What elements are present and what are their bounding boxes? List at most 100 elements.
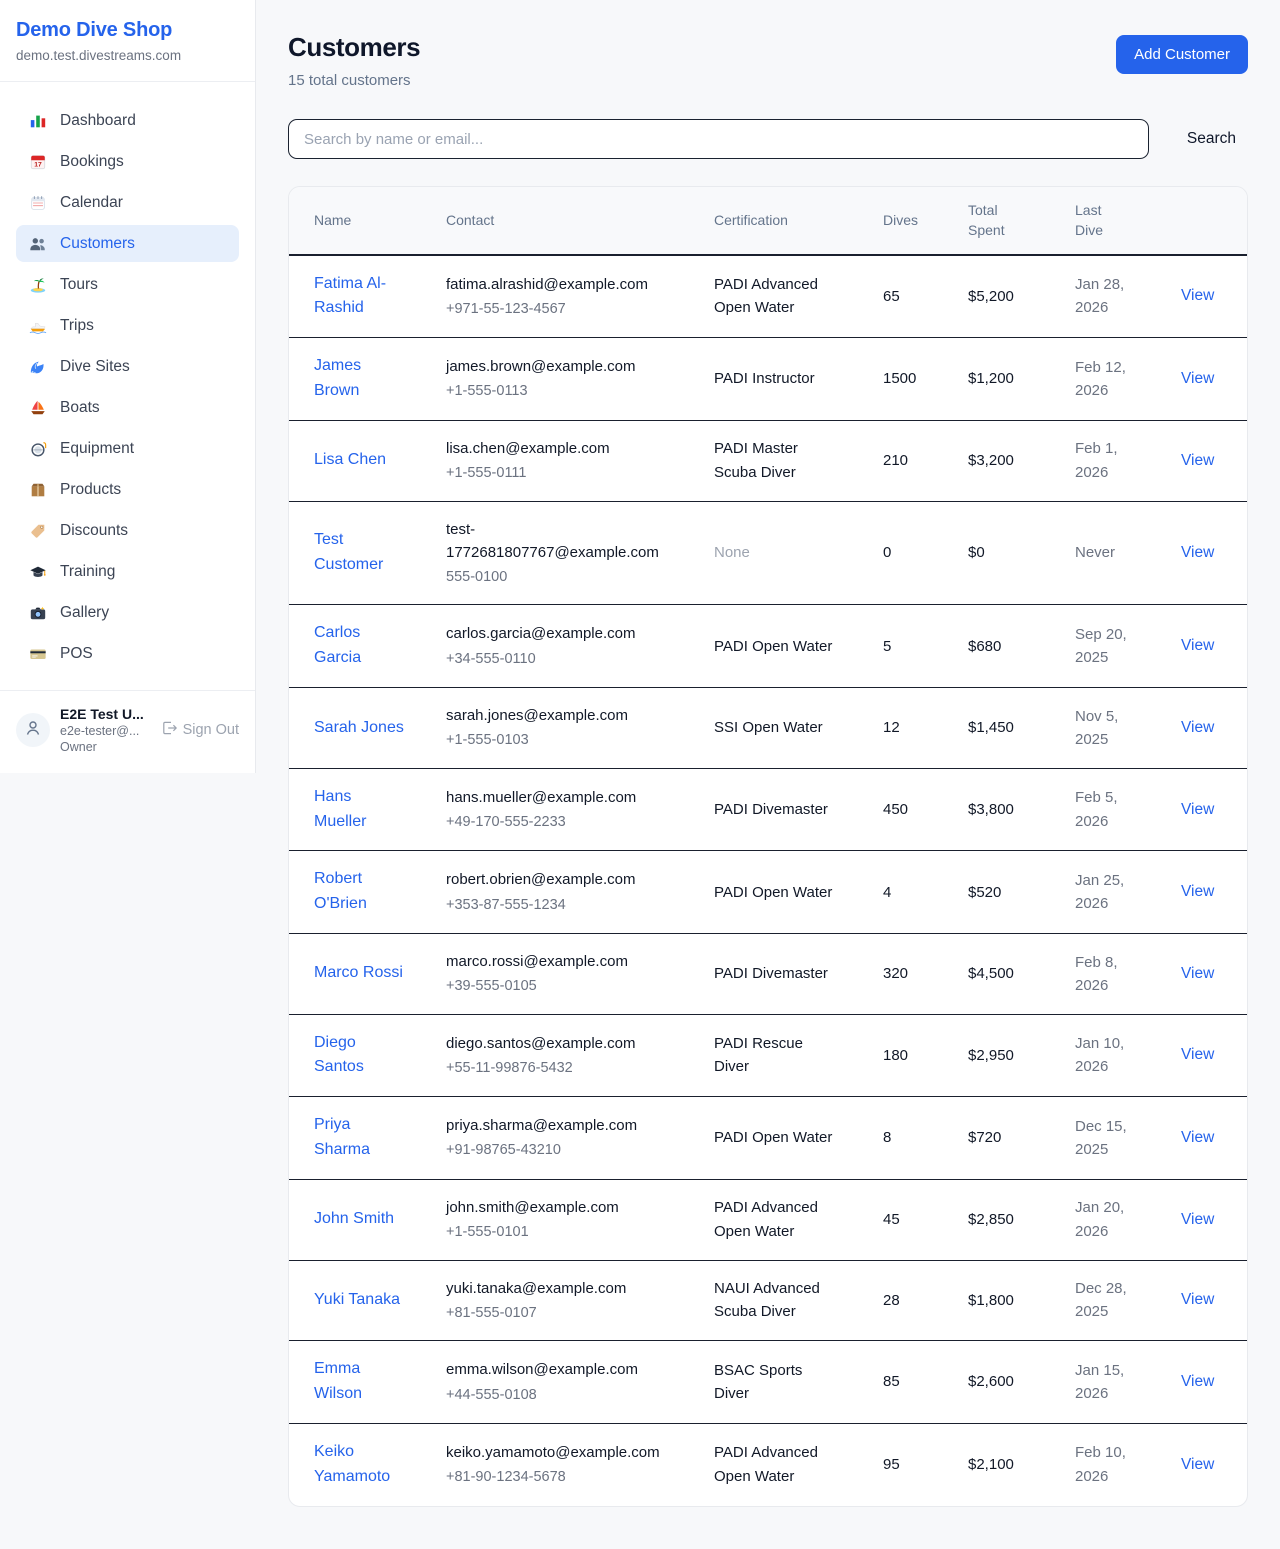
view-customer-link[interactable]: View xyxy=(1181,1373,1214,1390)
search-input[interactable] xyxy=(288,119,1149,159)
customer-name-link[interactable]: Robert O'Brien xyxy=(314,870,367,912)
sidebar-item-boats[interactable]: Boats xyxy=(16,389,239,426)
customer-total-spent: $2,600 xyxy=(956,1341,1063,1424)
sidebar-item-dive-sites[interactable]: Dive Sites xyxy=(16,348,239,385)
sidebar-item-discounts[interactable]: Discounts xyxy=(16,512,239,549)
customer-phone: +34-555-0110 xyxy=(446,648,690,670)
column-header-last: Last Dive xyxy=(1063,187,1169,255)
view-customer-link[interactable]: View xyxy=(1181,965,1214,982)
table-row: John Smithjohn.smith@example.com+1-555-0… xyxy=(289,1179,1248,1260)
customer-total-spent: $5,200 xyxy=(956,255,1063,338)
boats-icon xyxy=(28,398,47,417)
sidebar-item-label: Boats xyxy=(60,399,100,417)
page-title: Customers xyxy=(288,32,420,63)
table-row: Diego Santosdiego.santos@example.com+55-… xyxy=(289,1014,1248,1097)
customer-last-dive: Never xyxy=(1075,544,1115,561)
customer-email: keiko.yamamoto@example.com xyxy=(446,1441,690,1464)
customer-certification: SSI Open Water xyxy=(714,719,823,736)
customer-phone: +1-555-0101 xyxy=(446,1221,690,1243)
user-role: Owner xyxy=(60,740,151,754)
view-customer-link[interactable]: View xyxy=(1181,801,1214,818)
view-customer-link[interactable]: View xyxy=(1181,452,1214,469)
sidebar-item-products[interactable]: Products xyxy=(16,471,239,508)
shop-domain: demo.test.divestreams.com xyxy=(16,48,239,63)
customers-table-card: NameContactCertificationDivesTotal Spent… xyxy=(288,186,1248,1507)
customer-name-link[interactable]: Keiko Yamamoto xyxy=(314,1443,390,1485)
customer-dives: 12 xyxy=(871,688,956,769)
customer-name-link[interactable]: Carlos Garcia xyxy=(314,624,361,666)
customer-total-spent: $520 xyxy=(956,851,1063,934)
customer-name-link[interactable]: Test Customer xyxy=(314,531,383,573)
customer-name-link[interactable]: Priya Sharma xyxy=(314,1116,370,1158)
view-customer-link[interactable]: View xyxy=(1181,1211,1214,1228)
table-header-row: NameContactCertificationDivesTotal Spent… xyxy=(289,187,1248,255)
column-header-certification: Certification xyxy=(702,187,871,255)
sidebar-item-equipment[interactable]: Equipment xyxy=(16,430,239,467)
user-section: E2E Test U... e2e-tester@... Owner Sign … xyxy=(0,690,255,769)
sign-out-label: Sign Out xyxy=(183,722,239,738)
view-customer-link[interactable]: View xyxy=(1181,637,1214,654)
customer-name-link[interactable]: Lisa Chen xyxy=(314,451,386,468)
sidebar-item-trips[interactable]: Trips xyxy=(16,307,239,344)
customer-name-link[interactable]: Marco Rossi xyxy=(314,964,403,981)
sidebar-item-label: POS xyxy=(60,645,93,663)
customer-name-link[interactable]: Emma Wilson xyxy=(314,1360,362,1402)
customer-dives: 0 xyxy=(871,501,956,605)
main-content: Customers 15 total customers Add Custome… xyxy=(256,0,1280,1549)
customer-last-dive: Feb 12, 2026 xyxy=(1075,359,1126,399)
customer-certification: PADI Open Water xyxy=(714,1129,832,1146)
customer-total-spent: $2,850 xyxy=(956,1179,1063,1260)
view-customer-link[interactable]: View xyxy=(1181,883,1214,900)
customer-name-link[interactable]: Fatima Al- Rashid xyxy=(314,275,386,317)
view-customer-link[interactable]: View xyxy=(1181,1456,1214,1473)
view-customer-link[interactable]: View xyxy=(1181,1129,1214,1146)
sidebar-item-calendar[interactable]: Calendar xyxy=(16,184,239,221)
sidebar-item-customers[interactable]: Customers xyxy=(16,225,239,262)
customer-name-link[interactable]: James Brown xyxy=(314,357,361,399)
customer-name-link[interactable]: Sarah Jones xyxy=(314,719,404,736)
view-customer-link[interactable]: View xyxy=(1181,1046,1214,1063)
sidebar-item-bookings[interactable]: 17Bookings xyxy=(16,143,239,180)
customer-dives: 4 xyxy=(871,851,956,934)
sidebar-item-label: Equipment xyxy=(60,440,134,458)
customer-dives: 28 xyxy=(871,1260,956,1341)
customer-email: carlos.garcia@example.com xyxy=(446,622,690,645)
customer-name-link[interactable]: Yuki Tanaka xyxy=(314,1291,400,1308)
page-subtitle: 15 total customers xyxy=(288,72,420,89)
customer-email: james.brown@example.com xyxy=(446,355,690,378)
sidebar-item-tours[interactable]: Tours xyxy=(16,266,239,303)
view-customer-link[interactable]: View xyxy=(1181,370,1214,387)
calendar-icon xyxy=(28,193,47,212)
sidebar-item-training[interactable]: Training xyxy=(16,553,239,590)
view-customer-link[interactable]: View xyxy=(1181,287,1214,304)
customer-dives: 320 xyxy=(871,933,956,1014)
customer-email: fatima.alrashid@example.com xyxy=(446,273,690,296)
view-customer-link[interactable]: View xyxy=(1181,544,1214,561)
sidebar-item-label: Tours xyxy=(60,276,98,294)
tours-icon xyxy=(28,275,47,294)
bookings-icon: 17 xyxy=(28,152,47,171)
table-row: Carlos Garcia carlos.garcia@example.com +3… xyxy=(289,605,1248,688)
discounts-icon xyxy=(28,521,47,540)
add-customer-button[interactable]: Add Customer xyxy=(1116,35,1248,74)
customer-email: test- 1772681807767@example.com xyxy=(446,518,690,565)
search-button[interactable]: Search xyxy=(1175,122,1248,156)
customer-phone: +81-90-1234-5678 xyxy=(446,1466,690,1488)
view-customer-link[interactable]: View xyxy=(1181,719,1214,736)
sidebar-item-dashboard[interactable]: Dashboard xyxy=(16,102,239,139)
sign-out-button[interactable]: Sign Out xyxy=(161,720,239,740)
customer-name-link[interactable]: John Smith xyxy=(314,1210,394,1227)
customer-certification: PADI Rescue Diver xyxy=(714,1035,803,1075)
customer-phone: +1-555-0111 xyxy=(446,462,690,484)
view-customer-link[interactable]: View xyxy=(1181,1291,1214,1308)
table-row: Robert O'Brienrobert.obrien@example.com+… xyxy=(289,851,1248,934)
table-row: Fatima Al- Rashid fatima.alrashid@example… xyxy=(289,255,1248,338)
customer-certification: PADI Open Water xyxy=(714,638,832,655)
column-header-name: Name xyxy=(289,187,434,255)
sidebar-item-pos[interactable]: POS xyxy=(16,635,239,672)
customer-name-link[interactable]: Diego Santos xyxy=(314,1034,364,1076)
products-icon xyxy=(28,480,47,499)
customer-total-spent: $2,950 xyxy=(956,1014,1063,1097)
customer-name-link[interactable]: Hans Mueller xyxy=(314,788,366,830)
sidebar-item-gallery[interactable]: Gallery xyxy=(16,594,239,631)
